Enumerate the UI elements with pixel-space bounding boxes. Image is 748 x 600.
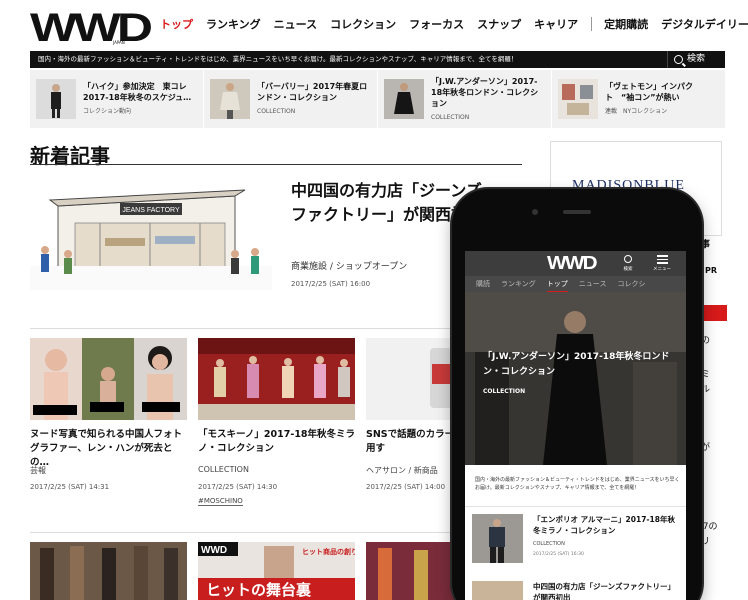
card-image[interactable] [30,542,187,600]
nav-focus[interactable]: フォーカス [409,16,464,32]
mobile-tab[interactable]: ランキング [501,279,536,289]
hamburger-icon [656,255,668,257]
card-image[interactable] [198,338,355,420]
tagline-bar: 国内・海外の最新ファッション＆ビューティ・トレンドをはじめ、業界ニュースをいち早… [30,51,725,68]
wwd-logo[interactable]: WWD [30,8,153,48]
search-label: 検索 [687,54,706,64]
mobile-tabs: 購読 ランキング トップ ニュース コレクシ [465,276,686,292]
nav-divider [591,17,593,31]
mobile-item-thumbnail[interactable] [472,581,523,600]
featured-title: 「J.W.アンダーソン」2017-18年秋冬ロンドン・コレクション [431,76,539,108]
nav-top[interactable]: トップ [160,16,193,32]
card-title[interactable]: 「モスキーノ」2017-18年秋冬ミラノ・コレクション [198,428,358,456]
nav-snap[interactable]: スナップ [477,16,521,32]
mobile-header: WWD 検索 メニュー [465,251,686,276]
sidebar-fragment: リ [701,537,711,547]
search-icon [624,255,632,263]
mobile-search-label: 検索 [623,267,633,272]
sidebar-fragment: の [701,336,711,346]
mobile-tab[interactable]: コレクシ [617,279,645,289]
banner-hit-backstage[interactable]: WWD ヒット商品の創り方、仕掛け方 ヒットの舞台裏 [198,542,355,600]
banner-logo: WWD [201,545,227,556]
mobile-tab[interactable]: ニュース [579,279,607,289]
phone-screen: WWD 検索 メニュー 購読 ランキング トップ ニュース コレクシ 「J.W.… [465,251,686,600]
mobile-hero-title[interactable]: 「J.W.アンダーソン」2017-18年秋冬ロンドン・コレクション [483,350,673,380]
banner-subhead: ヒット商品の創り方、仕掛け方 [302,547,355,556]
card-date: 2017/2/25 (SAT) 14:00 [366,483,446,491]
featured-item[interactable]: 「ハイク」参加決定 東コレ2017-18年秋冬のスケジュ… コレクション動向 [30,70,204,128]
card-title[interactable]: ヌード写真で知られる中国人フォトグラファー、レン・ハンが死去との… [30,428,190,470]
featured-thumbnail [36,79,76,119]
mobile-menu-label: メニュー [653,266,671,272]
featured-category: 連載 NYコレクション [605,108,668,115]
mobile-item-title[interactable]: 「エンポリオ アルマーニ」2017-18年秋冬ミラノ・コレクション [533,514,681,536]
mobile-tagline: 国内・海外の最新ファッション＆ビューティ・トレンドをはじめ、業界ニュースをいち早… [475,477,680,491]
hero-category[interactable]: 商業施設 / ショップオープン [291,259,407,272]
divider [465,506,686,507]
featured-title: 「ハイク」参加決定 東コレ2017-18年秋冬のスケジュ… [83,82,192,102]
card-hashtag[interactable]: #MOSCHINO [198,497,243,506]
tagline-text: 国内・海外の最新ファッション＆ビューティ・トレンドをはじめ、業界ニュースをいち早… [38,55,518,63]
mobile-item-title[interactable]: 中四国の有力店「ジーンズファクトリー」が関西初出 [533,581,681,600]
store-sign-text: JEANS FACTORY [122,207,180,214]
featured-articles: 「ハイク」参加決定 東コレ2017-18年秋冬のスケジュ… コレクション動向 「バ… [30,70,725,128]
nav-news[interactable]: ニュース [274,16,317,32]
mobile-search-button[interactable]: 検索 [622,255,634,272]
nav-collection[interactable]: コレクション [330,16,396,32]
nav-digital-daily[interactable]: デジタルデイリー [661,16,748,32]
mobile-tab-active[interactable]: トップ [546,279,568,292]
featured-thumbnail [210,79,250,119]
featured-category: COLLECTION [431,113,470,121]
banner-headline: ヒットの舞台裏 [206,581,312,599]
card-category[interactable]: ヘアサロン / 新商品 [366,465,438,476]
hero-store-illustration[interactable]: JEANS FACTORY [30,178,272,290]
sidebar-fragment: ミ [701,370,711,380]
nav-subscription[interactable]: 定期購読 [604,16,648,32]
featured-thumbnail [384,79,424,119]
featured-title: 「ヴェトモン」インパクト “袖コン”が熱い [605,82,693,102]
card-date: 2017/2/25 (SAT) 14:31 [30,483,110,491]
sidebar-fragment: ル [701,385,711,395]
top-navigation: トップ ランキング ニュース コレクション フォーカス スナップ キャリア 定期… [160,16,748,32]
featured-title: 「バーバリー」2017年春夏ロンドン・コレクション [257,82,368,102]
featured-item[interactable]: 「ヴェトモン」インパクト “袖コン”が熱い連載 NYコレクション [552,70,725,128]
featured-item[interactable]: 「バーバリー」2017年春夏ロンドン・コレクション COLLECTION [204,70,378,128]
featured-category: コレクション動向 [83,108,132,115]
featured-category: COLLECTION [257,108,296,115]
smartphone-mockup: WWD 検索 メニュー 購読 ランキング トップ ニュース コレクシ 「J.W.… [452,189,702,600]
mobile-logo[interactable]: WWD [547,253,598,274]
divider [30,532,522,533]
card-category[interactable]: 芸報 [30,465,46,476]
featured-thumbnail [558,79,598,119]
mobile-menu-button[interactable]: メニュー [653,255,671,272]
sidebar-fragment: が [701,443,711,453]
nav-ranking[interactable]: ランキング [206,16,261,32]
card-date: 2017/2/25 (SAT) 14:30 [198,483,278,491]
search-icon [674,55,683,64]
mobile-item-category: COLLECTION [533,541,565,547]
divider [30,328,522,329]
nav-career[interactable]: キャリア [534,16,578,32]
title-divider [30,164,522,165]
mobile-item-thumbnail[interactable] [472,514,523,563]
mobile-item-date: 2017/2/25 (SAT) 16:30 [533,552,584,557]
sidebar-fragment: 事 [701,240,711,250]
mobile-tab[interactable]: 購読 [476,279,490,289]
featured-item[interactable]: 「J.W.アンダーソン」2017-18年秋冬ロンドン・コレクション COLLECT… [378,70,552,128]
search-button[interactable]: 検索 [667,51,725,68]
card-category[interactable]: COLLECTION [198,465,249,474]
hero-date: 2017/2/25 (SAT) 16:00 [291,280,371,288]
logo-subtext: JAPAN [113,40,125,45]
phone-speaker [563,210,591,214]
phone-camera [532,209,538,215]
card-image[interactable] [30,338,187,420]
sidebar-fragment: PR [705,266,718,275]
mobile-hero-category: COLLECTION [483,388,526,395]
